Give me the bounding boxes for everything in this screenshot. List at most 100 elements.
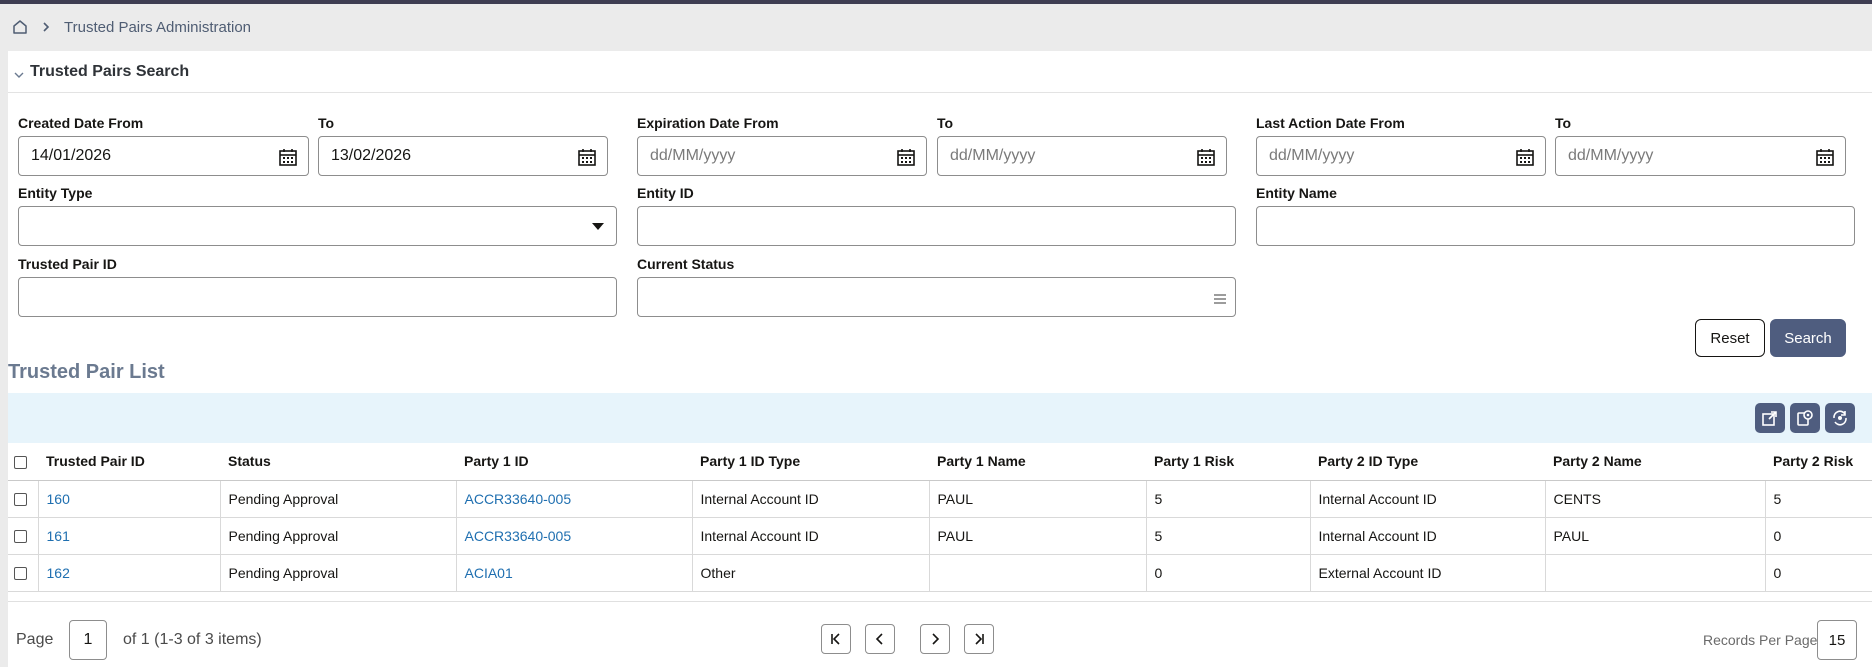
trusted-pair-id-input[interactable]: [18, 277, 617, 317]
party2-name-cell: PAUL: [1545, 517, 1766, 555]
created-date-from-input[interactable]: 14/01/2026: [18, 136, 309, 176]
party1-name-cell: [929, 554, 1147, 592]
breadcrumb-current: Trusted Pairs Administration: [64, 18, 252, 36]
entity-type-select[interactable]: [18, 206, 617, 246]
created-date-from-value: 14/01/2026: [31, 147, 112, 164]
table-header-row: Trusted Pair ID Status Party 1 ID Party …: [8, 443, 1872, 481]
home-icon[interactable]: [12, 19, 28, 35]
expiration-date-from-input[interactable]: dd/MM/yyyy: [637, 136, 927, 176]
created-date-from-label: Created Date From: [18, 115, 144, 131]
last-action-date-to-placeholder: dd/MM/yyyy: [1568, 147, 1654, 164]
calendar-icon[interactable]: [1196, 147, 1216, 172]
party1-id-cell: ACCR33640-005: [456, 480, 693, 518]
row-checkbox[interactable]: [14, 530, 27, 544]
created-date-to-label: To: [318, 115, 335, 131]
expiration-date-from-placeholder: dd/MM/yyyy: [650, 147, 736, 164]
entity-type-label: Entity Type: [18, 185, 93, 201]
row-checkbox[interactable]: [14, 567, 27, 581]
party1-id-type-cell: Other: [692, 554, 930, 592]
party1-risk-cell: 0: [1146, 554, 1311, 592]
party1-id-link[interactable]: ACIA01: [465, 565, 513, 581]
current-status-select[interactable]: [637, 277, 1236, 317]
records-per-page-input[interactable]: 15: [1817, 620, 1857, 660]
expiration-date-to-label: To: [937, 115, 954, 131]
search-section-header[interactable]: Trusted Pairs Search: [8, 51, 1872, 93]
records-per-page-label: Records Per Page: [1703, 632, 1818, 648]
page-label: Page: [16, 631, 54, 648]
column-header[interactable]: Status: [220, 443, 456, 481]
last-page-icon[interactable]: [964, 624, 994, 654]
search-button[interactable]: Search: [1770, 319, 1846, 357]
party2-id-type-cell: Internal Account ID: [1310, 517, 1546, 555]
trusted-pair-id-link[interactable]: 161: [47, 528, 70, 544]
party1-id-link[interactable]: ACCR33640-005: [465, 491, 572, 507]
created-date-to-input[interactable]: 13/02/2026: [318, 136, 608, 176]
trusted-pair-id-cell: 162: [38, 554, 221, 592]
calendar-icon[interactable]: [278, 147, 298, 172]
entity-id-label: Entity ID: [637, 185, 694, 201]
entity-name-input[interactable]: [1256, 206, 1855, 246]
trusted-pair-id-cell: 160: [38, 480, 221, 518]
column-header[interactable]: Party 1 ID Type: [692, 443, 929, 481]
trusted-pair-table: Trusted Pair ID Status Party 1 ID Party …: [8, 443, 1872, 592]
party1-id-type-cell: Internal Account ID: [692, 480, 930, 518]
column-header[interactable]: Party 1 Name: [929, 443, 1146, 481]
expiration-date-to-placeholder: dd/MM/yyyy: [950, 147, 1036, 164]
current-status-label: Current Status: [637, 256, 735, 272]
last-action-date-from-label: Last Action Date From: [1256, 115, 1405, 131]
entity-id-input[interactable]: [637, 206, 1236, 246]
list-icon[interactable]: [1213, 292, 1227, 310]
last-action-date-to-label: To: [1555, 115, 1572, 131]
first-page-icon[interactable]: [821, 624, 851, 654]
search-section-title: Trusted Pairs Search: [30, 62, 190, 80]
trusted-pair-id-link[interactable]: 162: [47, 565, 70, 581]
last-action-date-to-input[interactable]: dd/MM/yyyy: [1555, 136, 1846, 176]
previous-page-icon[interactable]: [865, 624, 895, 654]
table-row: 161 Pending Approval ACCR33640-005 Inter…: [8, 517, 1872, 555]
settings-icon[interactable]: [1790, 403, 1820, 433]
column-header[interactable]: Party 2 Risk: [1765, 443, 1872, 481]
party2-name-cell: [1545, 554, 1766, 592]
chevron-right-icon: [42, 21, 50, 33]
calendar-icon[interactable]: [1515, 147, 1535, 172]
expiration-date-from-label: Expiration Date From: [637, 115, 779, 131]
trusted-pair-id-link[interactable]: 160: [47, 491, 70, 507]
select-all-cell: [8, 443, 38, 481]
select-all-checkbox[interactable]: [14, 456, 27, 470]
calendar-icon[interactable]: [1815, 147, 1835, 172]
party2-risk-cell: 0: [1765, 517, 1872, 555]
page-number-input[interactable]: 1: [69, 620, 107, 660]
refresh-settings-icon[interactable]: [1825, 403, 1855, 433]
last-action-date-from-input[interactable]: dd/MM/yyyy: [1256, 136, 1546, 176]
pagination-footer: Page 1 of 1 (1-3 of 3 items) Records Per…: [8, 601, 1872, 667]
row-select-cell: [8, 554, 39, 592]
next-page-icon[interactable]: [920, 624, 950, 654]
calendar-icon[interactable]: [896, 147, 916, 172]
party2-risk-cell: 0: [1765, 554, 1872, 592]
status-cell: Pending Approval: [220, 480, 457, 518]
chevron-down-icon[interactable]: [592, 223, 604, 230]
list-toolbar: [8, 393, 1872, 443]
party1-name-cell: PAUL: [929, 480, 1147, 518]
row-select-cell: [8, 517, 39, 555]
party2-id-type-cell: External Account ID: [1310, 554, 1546, 592]
row-checkbox[interactable]: [14, 493, 27, 507]
last-action-date-from-placeholder: dd/MM/yyyy: [1269, 147, 1355, 164]
column-header[interactable]: Party 2 ID Type: [1310, 443, 1545, 481]
column-header[interactable]: Party 1 Risk: [1146, 443, 1310, 481]
main-panel: Trusted Pairs Search Created Date From 1…: [8, 51, 1872, 667]
expiration-date-to-input[interactable]: dd/MM/yyyy: [937, 136, 1227, 176]
reset-button[interactable]: Reset: [1695, 319, 1765, 357]
status-cell: Pending Approval: [220, 517, 457, 555]
column-header[interactable]: Trusted Pair ID: [38, 443, 220, 481]
column-header[interactable]: Party 2 Name: [1545, 443, 1765, 481]
column-header[interactable]: Party 1 ID: [456, 443, 692, 481]
party2-name-cell: CENTS: [1545, 480, 1766, 518]
chevron-down-icon[interactable]: [14, 66, 24, 82]
export-icon[interactable]: [1755, 403, 1785, 433]
breadcrumb: Trusted Pairs Administration: [12, 14, 251, 40]
top-bar: [0, 0, 1872, 4]
party1-risk-cell: 5: [1146, 480, 1311, 518]
calendar-icon[interactable]: [577, 147, 597, 172]
party1-id-link[interactable]: ACCR33640-005: [465, 528, 572, 544]
